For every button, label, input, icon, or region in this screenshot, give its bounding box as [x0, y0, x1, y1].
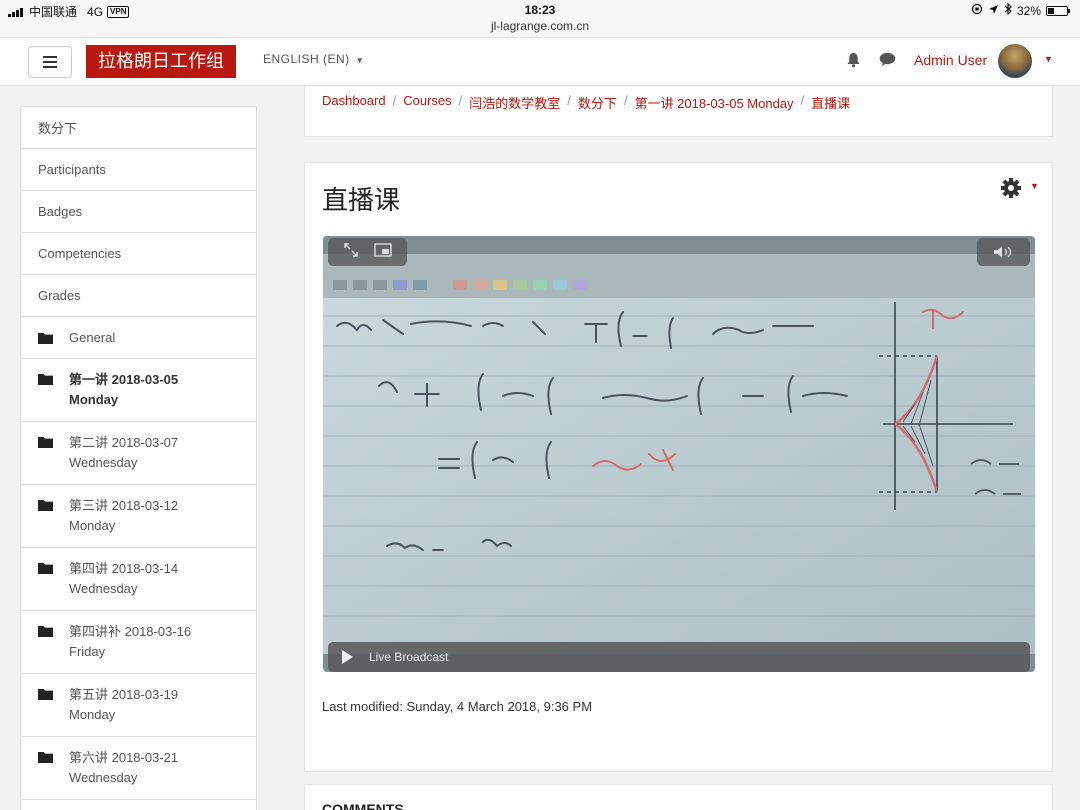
live-video-player[interactable]: Live Broadcast — [323, 236, 1035, 672]
breadcrumb-category[interactable]: 闫浩的数学教室 — [469, 93, 560, 112]
folder-icon — [38, 332, 53, 344]
language-menu[interactable]: ENGLISH (EN) ▼ — [263, 52, 364, 66]
user-name[interactable]: Admin User — [914, 52, 987, 68]
volume-button[interactable] — [977, 238, 1030, 266]
language-label: ENGLISH (EN) — [263, 52, 350, 66]
notifications-button[interactable] — [846, 52, 861, 73]
sidebar-item-competencies[interactable]: Competencies — [21, 233, 256, 275]
sidebar-section-1[interactable]: 第一讲 2018-03-05 Monday — [21, 359, 256, 422]
comments-card: COMMENTS — [304, 784, 1053, 810]
url-label[interactable]: jl-lagrange.com.cn — [0, 19, 1080, 33]
sidebar-section-3[interactable]: 第三讲 2018-03-12 Monday — [21, 485, 256, 548]
fullscreen-icon[interactable] — [343, 242, 359, 263]
avatar[interactable] — [998, 44, 1032, 78]
folder-icon — [38, 751, 53, 763]
breadcrumb: Dashboard / Courses / 闫浩的数学教室 / 数分下 / 第一讲 20… — [322, 93, 850, 112]
caret-down-icon[interactable]: ▼ — [1044, 54, 1053, 64]
breadcrumb-card: Dashboard / Courses / 闫浩的数学教室 / 数分下 / 第一讲 20… — [304, 86, 1053, 137]
play-icon[interactable] — [342, 650, 353, 664]
breadcrumb-separator: / — [623, 93, 628, 108]
bell-icon — [847, 53, 860, 68]
caret-down-icon[interactable]: ▼ — [1030, 181, 1039, 191]
comments-heading: COMMENTS — [322, 801, 404, 810]
bluetooth-icon — [1004, 2, 1012, 18]
player-top-controls — [328, 238, 407, 266]
sidebar-item-badges[interactable]: Badges — [21, 191, 256, 233]
breadcrumb-separator: / — [458, 93, 463, 108]
settings-menu-button[interactable] — [1000, 177, 1022, 204]
breadcrumb-courses[interactable]: Courses — [403, 93, 451, 112]
last-modified: Last modified: Sunday, 4 March 2018, 9:3… — [322, 699, 593, 714]
breadcrumb-section[interactable]: 第一讲 2018-03-05 Monday — [635, 93, 794, 112]
breadcrumb-dashboard[interactable]: Dashboard — [322, 93, 386, 112]
folder-icon — [38, 499, 53, 511]
breadcrumb-activity[interactable]: 直播课 — [811, 93, 850, 112]
course-sidebar: 数分下 Participants Badges Competencies Gra… — [20, 106, 257, 810]
battery-icon — [1046, 5, 1070, 16]
breadcrumb-separator: / — [800, 93, 805, 108]
sidebar-item-participants[interactable]: Participants — [21, 149, 256, 191]
folder-icon — [38, 436, 53, 448]
sidebar-item-course[interactable]: 数分下 — [21, 107, 256, 149]
sidebar-section-2[interactable]: 第二讲 2018-03-07 Wednesday — [21, 422, 256, 485]
sidebar-item-grades[interactable]: Grades — [21, 275, 256, 317]
picture-in-picture-icon[interactable] — [374, 242, 392, 262]
breadcrumb-separator: / — [567, 93, 571, 108]
folder-icon — [38, 562, 53, 574]
folder-icon — [38, 688, 53, 700]
site-brand[interactable]: 拉格朗日工作组 — [86, 45, 236, 78]
page-title: 直播课 — [322, 185, 401, 215]
top-navbar: 拉格朗日工作组 ENGLISH (EN) ▼ Admin User ▼ — [0, 38, 1080, 86]
breadcrumb-course[interactable]: 数分下 — [578, 93, 617, 112]
folder-icon — [38, 373, 53, 385]
orientation-lock-icon — [971, 3, 983, 18]
hamburger-icon — [43, 56, 57, 58]
gear-icon — [1001, 178, 1021, 198]
chat-bubble-icon — [879, 52, 896, 66]
folder-icon — [38, 625, 53, 637]
clock: 18:23 — [524, 3, 556, 17]
speaker-icon — [993, 246, 1011, 258]
menu-toggle-button[interactable] — [28, 46, 72, 78]
sidebar-section-5[interactable]: 第五讲 2018-03-19 Monday — [21, 674, 256, 737]
video-frame — [323, 254, 1035, 654]
caret-down-icon: ▼ — [355, 56, 365, 65]
battery-percent: 32% — [1016, 3, 1041, 18]
status-right: 32% — [971, 2, 1070, 18]
player-control-bar: Live Broadcast — [328, 642, 1030, 672]
location-icon — [988, 4, 999, 18]
sidebar-section-4[interactable]: 第四讲 2018-03-14 Wednesday — [21, 548, 256, 611]
main-content-card: 直播课 ▼ Live Broadcast Last modified: Sund… — [304, 162, 1053, 772]
live-broadcast-label: Live Broadcast — [369, 650, 449, 664]
sidebar-section-6[interactable]: 第六讲 2018-03-21 Wednesday — [21, 737, 256, 800]
sidebar-section-general[interactable]: General — [21, 317, 256, 359]
sidebar-section-4b[interactable]: 第四讲补 2018-03-16 Friday — [21, 611, 256, 674]
ios-status-bar: 中国联通 4G VPN 18:23 jl-lagrange.com.cn 32% — [0, 0, 1080, 38]
breadcrumb-separator: / — [392, 93, 397, 108]
messages-button[interactable] — [879, 52, 896, 72]
